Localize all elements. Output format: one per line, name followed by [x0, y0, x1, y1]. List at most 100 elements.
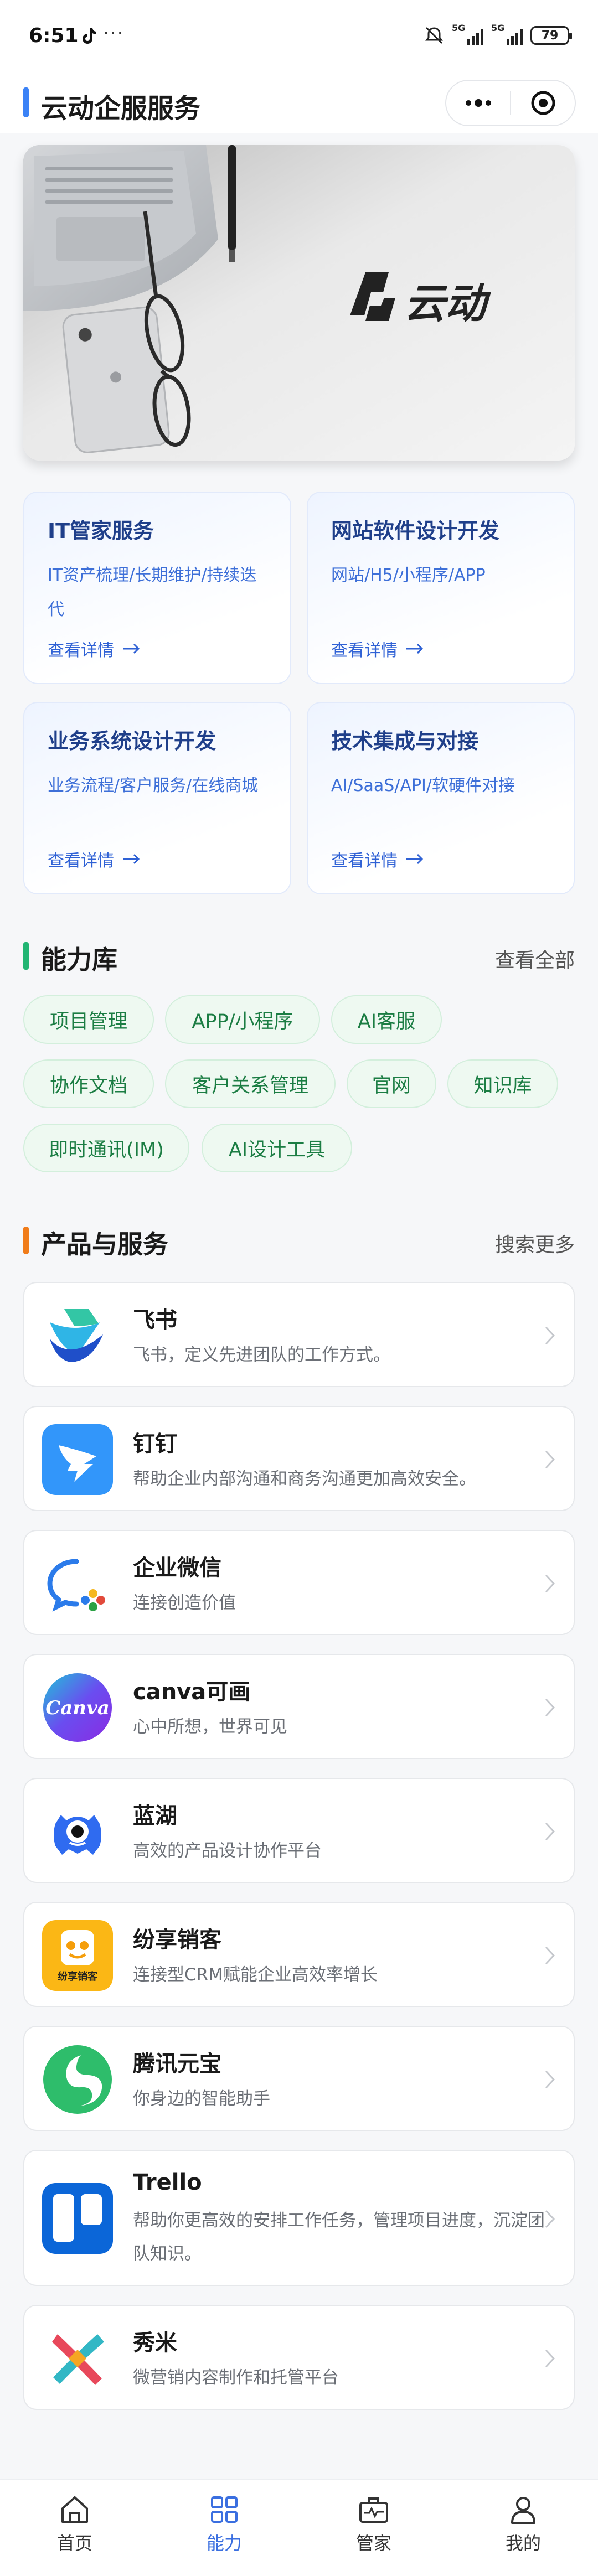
service-card-integration[interactable]: 技术集成与对接 AI/SaaS/API/软硬件对接 查看详情	[307, 702, 575, 894]
grid-icon	[211, 2496, 238, 2523]
bottom-tab-bar: 首页 能力 管家 我的	[0, 2479, 598, 2576]
status-time: 6:51	[29, 24, 79, 47]
product-item-fxiaoke[interactable]: 纷享销客 纷享销客 连接型CRM赋能企业高效率增长	[23, 1902, 575, 2007]
product-item-dingtalk[interactable]: 钉钉 帮助企业内部沟通和商务沟通更加高效安全。	[23, 1406, 575, 1511]
product-desc: 你身边的智能助手	[133, 2089, 270, 2109]
product-item-feishu[interactable]: 飞书 飞书，定义先进团队的工作方式。	[23, 1282, 575, 1387]
product-item-xiumi[interactable]: 秀米 微营销内容制作和托管平台	[23, 2305, 575, 2410]
view-all-link[interactable]: 查看全部	[495, 944, 575, 973]
chevron-right-icon	[545, 2349, 555, 2368]
chevron-right-icon	[545, 1698, 555, 1717]
capability-tag[interactable]: 即时通讯(IM)	[23, 1124, 189, 1172]
chevron-right-icon	[545, 2070, 555, 2089]
product-item-trello[interactable]: Trello 帮助你更高效的安排工作任务，管理项目进度，沉淀团队知识。	[23, 2150, 575, 2286]
chevron-right-icon	[545, 1450, 555, 1469]
home-icon	[61, 2496, 88, 2523]
product-item-lanhu[interactable]: 蓝湖 高效的产品设计协作平台	[23, 1778, 575, 1883]
view-details-link[interactable]: 查看详情	[331, 847, 424, 871]
card-desc: AI/SaaS/API/软硬件对接	[331, 776, 515, 795]
chevron-right-icon	[545, 1574, 555, 1593]
product-name: 蓝湖	[133, 1803, 177, 1829]
hero-banner[interactable]: 云动	[23, 145, 575, 461]
fxiaoke-logo-icon: 纷享销客	[42, 1920, 113, 1991]
chevron-right-icon	[545, 1326, 555, 1345]
battery-icon: 79	[530, 26, 572, 45]
more-button[interactable]	[446, 81, 510, 125]
target-icon	[531, 91, 555, 115]
section-title: 产品与服务	[41, 1229, 168, 1259]
section-accent	[23, 942, 29, 970]
product-desc: 连接创造价值	[133, 1593, 236, 1613]
svg-text:Canva: Canva	[45, 1697, 110, 1719]
tab-butler[interactable]: 管家	[299, 2480, 448, 2576]
product-desc: 帮助企业内部沟通和商务沟通更加高效安全。	[133, 1469, 476, 1489]
fxiaoke-logo-text: 纷享销客	[58, 1970, 98, 1983]
user-icon	[511, 2497, 535, 2524]
capability-tag[interactable]: 项目管理	[23, 995, 154, 1044]
product-desc: 高效的产品设计协作平台	[133, 1841, 322, 1861]
product-item-wecom[interactable]: 企业微信 连接创造价值	[23, 1530, 575, 1635]
search-more-link[interactable]: 搜索更多	[495, 1229, 575, 1258]
notification-more: ···	[103, 22, 125, 44]
page-header: 云动企服服务	[0, 72, 598, 133]
capability-tag[interactable]: AI设计工具	[202, 1124, 352, 1172]
product-item-yuanbao[interactable]: 腾讯元宝 你身边的智能助手	[23, 2026, 575, 2131]
tab-home[interactable]: 首页	[0, 2480, 150, 2576]
signal-icon: 5G	[491, 23, 523, 45]
dingtalk-logo-icon	[42, 1424, 113, 1495]
capability-tag[interactable]: 知识库	[447, 1059, 558, 1108]
page-title: 云动企服服务	[41, 93, 201, 124]
product-desc: 连接型CRM赋能企业高效率增长	[133, 1965, 378, 1985]
product-item-canva[interactable]: Canva canva可画 心中所想，世界可见	[23, 1654, 575, 1759]
view-details-link[interactable]: 查看详情	[48, 847, 141, 871]
tab-label: 管家	[355, 2533, 391, 2554]
section-accent	[23, 1227, 29, 1254]
capability-tag[interactable]: 客户关系管理	[165, 1059, 336, 1108]
close-miniprogram-button[interactable]	[511, 81, 575, 125]
briefcase-icon	[359, 2497, 388, 2523]
arrow-right-icon	[406, 854, 424, 865]
chevron-right-icon	[545, 2210, 555, 2228]
capability-section-header: 能力库 查看全部	[23, 937, 575, 975]
product-desc: 心中所想，世界可见	[133, 1717, 287, 1737]
tab-label: 能力	[206, 2533, 242, 2554]
products-section-header: 产品与服务 搜索更多	[23, 1221, 575, 1260]
service-card-it[interactable]: IT管家服务 IT资产梳理/长期维护/持续迭代 查看详情	[23, 492, 291, 684]
battery-level: 79	[541, 28, 559, 43]
product-name: 钉钉	[133, 1431, 177, 1457]
view-details-link[interactable]: 查看详情	[331, 637, 424, 661]
wecom-logo-icon	[47, 1559, 105, 1612]
canva-logo-icon: Canva	[43, 1673, 112, 1742]
product-name: 腾讯元宝	[133, 2051, 221, 2077]
product-desc: 微营销内容制作和托管平台	[133, 2368, 339, 2388]
view-details-link[interactable]: 查看详情	[48, 637, 141, 661]
arrow-right-icon	[123, 643, 140, 654]
tab-capability[interactable]: 能力	[150, 2480, 299, 2576]
service-card-web[interactable]: 网站软件设计开发 网站/H5/小程序/APP 查看详情	[307, 492, 575, 684]
banner-brand: 云动	[404, 280, 491, 328]
chevron-right-icon	[545, 1946, 555, 1965]
product-name: Trello	[133, 2170, 202, 2195]
banner-image: 云动	[23, 145, 575, 461]
card-desc: 业务流程/客户服务/在线商城	[48, 776, 259, 795]
tiktok-icon	[83, 28, 96, 44]
trello-logo-icon	[42, 2183, 113, 2254]
card-title: 业务系统设计开发	[48, 729, 216, 753]
signal-icon: 5G	[452, 23, 483, 45]
capability-tag[interactable]: 协作文档	[23, 1059, 154, 1108]
capability-tag[interactable]: APP/小程序	[165, 995, 320, 1044]
card-title: 网站软件设计开发	[331, 519, 500, 543]
chevron-right-icon	[545, 1822, 555, 1841]
capability-tag[interactable]: 官网	[347, 1059, 436, 1108]
yuanbao-logo-icon	[43, 2045, 112, 2114]
product-name: canva可画	[133, 1679, 251, 1705]
tab-mine[interactable]: 我的	[448, 2480, 598, 2576]
card-desc: 网站/H5/小程序/APP	[331, 566, 486, 585]
title-accent	[23, 87, 29, 117]
feishu-logo-icon	[50, 1309, 103, 1362]
miniprogram-capsule	[445, 80, 576, 126]
service-card-business[interactable]: 业务系统设计开发 业务流程/客户服务/在线商城 查看详情	[23, 702, 291, 894]
capability-tag[interactable]: AI客服	[331, 995, 442, 1044]
product-name: 飞书	[133, 1307, 177, 1333]
xiumi-logo-icon	[52, 2334, 104, 2385]
